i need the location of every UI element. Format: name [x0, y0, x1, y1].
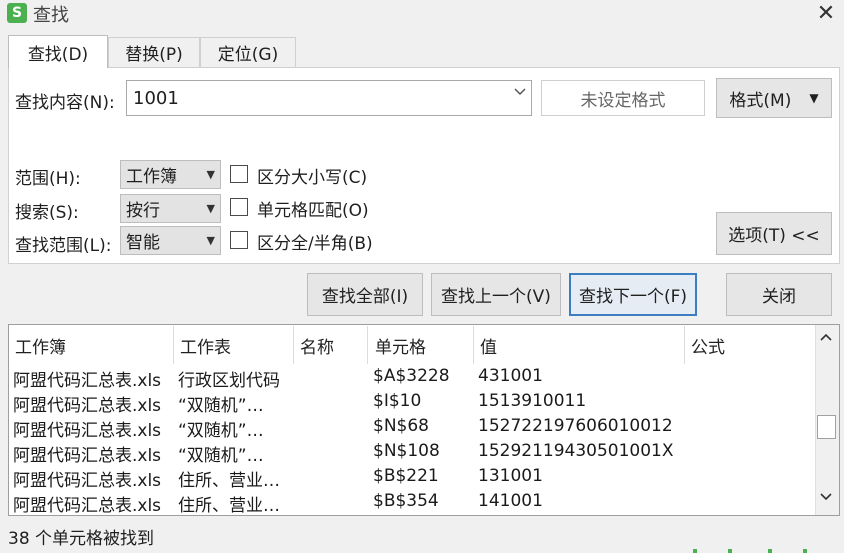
result-value[interactable]: 141001: [478, 491, 543, 511]
close-button[interactable]: 关闭: [726, 273, 832, 316]
tab-find[interactable]: 查找(D): [8, 35, 108, 68]
scope-select[interactable]: 工作簿 ▼: [120, 160, 221, 189]
result-cell[interactable]: $B$354: [373, 491, 439, 511]
status-text: 38 个单元格被找到: [8, 529, 155, 549]
column-divider[interactable]: [173, 326, 174, 364]
format-status: 未设定格式: [541, 80, 705, 116]
column-divider[interactable]: [367, 326, 368, 364]
app-logo-icon: S: [7, 3, 27, 23]
result-workbook[interactable]: 阿盟代码汇总表.xls: [13, 391, 161, 416]
tab-replace[interactable]: 替换(P): [108, 37, 200, 67]
search-order-select[interactable]: 按行 ▼: [120, 194, 221, 223]
result-cell[interactable]: $I$10: [373, 391, 421, 411]
look-in-value: 智能: [126, 233, 160, 253]
look-in-select[interactable]: 智能 ▼: [120, 226, 221, 255]
result-sheet[interactable]: 住所、营业…: [178, 491, 280, 516]
caret-down-icon: ▼: [206, 202, 215, 215]
column-header-sheet[interactable]: 工作表: [180, 333, 231, 358]
find-all-button[interactable]: 查找全部(I): [307, 273, 423, 316]
result-sheet[interactable]: “双随机”…: [178, 416, 264, 441]
find-what-label: 查找内容(N):: [15, 93, 115, 113]
result-sheet[interactable]: “双随机”…: [178, 391, 264, 416]
caret-down-icon: ▼: [206, 234, 215, 247]
column-header-workbook[interactable]: 工作簿: [15, 333, 66, 358]
match-case-label[interactable]: 区分大小写(C): [257, 163, 367, 188]
search-label: 搜索(S):: [15, 203, 79, 223]
result-cell[interactable]: $B$221: [373, 466, 439, 486]
result-value[interactable]: 131001: [478, 466, 543, 486]
scroll-up-icon[interactable]: [818, 331, 834, 347]
column-header-name[interactable]: 名称: [300, 333, 334, 358]
scope-label: 范围(H):: [15, 169, 81, 189]
result-sheet[interactable]: “双随机”…: [178, 441, 264, 466]
result-workbook[interactable]: 阿盟代码汇总表.xls: [13, 491, 161, 516]
find-next-button[interactable]: 查找下一个(F): [569, 273, 697, 316]
format-button-label: 格式(M): [729, 90, 792, 111]
window-title: 查找: [33, 5, 69, 26]
result-cell[interactable]: $A$3228: [373, 366, 450, 386]
decorative-divider: [693, 549, 807, 553]
find-what-value[interactable]: 1001: [133, 88, 179, 109]
options-button[interactable]: 选项(T) <<: [716, 212, 832, 255]
result-value[interactable]: 431001: [478, 366, 543, 386]
column-divider[interactable]: [473, 326, 474, 364]
result-workbook[interactable]: 阿盟代码汇总表.xls: [13, 466, 161, 491]
result-value[interactable]: 15292119430501001X: [478, 441, 674, 461]
find-what-input[interactable]: [126, 80, 532, 116]
format-button[interactable]: 格式(M) ▼: [716, 78, 832, 118]
scope-value: 工作簿: [126, 167, 177, 187]
match-cell-checkbox[interactable]: [230, 198, 248, 216]
find-previous-button[interactable]: 查找上一个(V): [431, 273, 561, 316]
match-cell-label[interactable]: 单元格匹配(O): [257, 196, 369, 221]
caret-down-icon: ▼: [809, 91, 819, 105]
column-divider[interactable]: [293, 326, 294, 364]
result-workbook[interactable]: 阿盟代码汇总表.xls: [13, 441, 161, 466]
scrollbar-thumb[interactable]: [817, 415, 836, 439]
match-width-checkbox[interactable]: [230, 231, 248, 249]
column-header-cell[interactable]: 单元格: [375, 333, 426, 358]
scroll-down-icon[interactable]: [818, 491, 834, 507]
result-sheet[interactable]: 行政区划代码: [178, 366, 280, 391]
close-icon[interactable]: ✕: [812, 0, 840, 27]
column-header-value[interactable]: 值: [480, 333, 497, 358]
match-case-checkbox[interactable]: [230, 165, 248, 183]
result-workbook[interactable]: 阿盟代码汇总表.xls: [13, 416, 161, 441]
look-in-label: 查找范围(L):: [15, 236, 112, 256]
title-bar: [0, 0, 844, 28]
result-value[interactable]: 152722197606010012: [478, 416, 673, 436]
search-value: 按行: [126, 201, 160, 221]
result-cell[interactable]: $N$108: [373, 441, 440, 461]
column-header-formula[interactable]: 公式: [691, 333, 725, 358]
column-divider[interactable]: [684, 326, 685, 364]
result-workbook[interactable]: 阿盟代码汇总表.xls: [13, 366, 161, 391]
result-value[interactable]: 1513910011: [478, 391, 586, 411]
result-sheet[interactable]: 住所、营业…: [178, 466, 280, 491]
result-cell[interactable]: $N$68: [373, 416, 429, 436]
match-width-label[interactable]: 区分全/半角(B): [257, 229, 373, 254]
tab-goto[interactable]: 定位(G): [200, 37, 296, 67]
chevron-down-icon[interactable]: [513, 86, 527, 101]
caret-down-icon: ▼: [206, 168, 215, 181]
